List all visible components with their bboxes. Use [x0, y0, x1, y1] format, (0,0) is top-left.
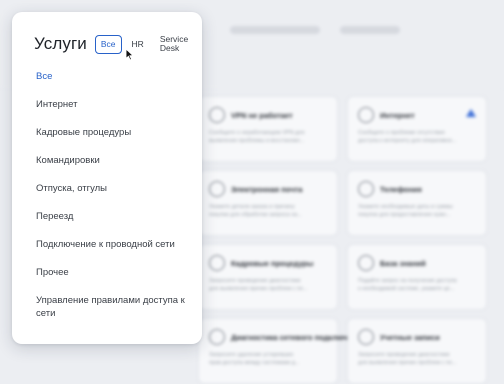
background-service-card: Телефония Укажите необходимые даты и сумм… [347, 170, 487, 236]
card-title: Интернет [380, 110, 415, 120]
card-title: VPN не работает [231, 110, 293, 120]
book-icon [358, 255, 374, 271]
card-description-line: прав доступа между системами д... [209, 360, 300, 366]
card-title: База знаний [380, 258, 426, 268]
card-description-line: доступа к интернету для оперативно... [358, 138, 457, 144]
card-description-line: Запросите проведение диагностики [209, 278, 301, 284]
card-description-line: для выявления причин проблем с по... [358, 360, 457, 366]
card-description-line: к необходимой системе, укажите це... [358, 286, 455, 292]
tab-service-desk[interactable]: Service Desk [154, 30, 198, 58]
card-description-line: Сообщите о неработающем VPN для [209, 130, 305, 136]
background-service-card: База знаний Подайте запрос на получение д… [347, 244, 487, 310]
background-service-card: Учетные записи Запросите проведение диагн… [347, 318, 487, 384]
popup-header: Услуги Все HR Service Desk [34, 30, 202, 58]
card-description-line: Укажите детали заказа и причину [209, 204, 295, 210]
card-title: Учетные записи [380, 332, 440, 342]
card-title: Кадровые процедуры [231, 258, 314, 268]
card-title: Телефония [380, 184, 422, 194]
category-menu: Все Интернет Кадровые процедуры Командир… [36, 70, 196, 320]
network-icon [209, 329, 225, 345]
background-service-card: Диагностика сетевого подключения Запросит… [198, 318, 365, 384]
antenna-icon [358, 107, 374, 123]
menu-item-vacations[interactable]: Отпуска, отгулы [36, 182, 196, 210]
menu-item-wired-network[interactable]: Подключение к проводной сети [36, 238, 196, 266]
card-description-line: Сообщите о проблеме отсутствия [358, 130, 445, 136]
background-service-card: Электронная почта Укажите детали заказа и… [198, 170, 338, 236]
card-description-line: выявления проблемы и восстановл... [209, 138, 305, 144]
tab-all[interactable]: Все [94, 34, 122, 54]
card-title: Электронная почта [231, 184, 303, 194]
menu-item-network-access-rules[interactable]: Управление правилами доступа к сети [36, 294, 186, 320]
phone-icon [358, 181, 374, 197]
menu-item-hr-procedures[interactable]: Кадровые процедуры [36, 126, 196, 154]
card-title: Диагностика сетевого подключения [231, 332, 366, 342]
background-service-card: Интернет Сообщите о проблеме отсутствия до… [347, 96, 487, 162]
services-popup: Услуги Все HR Service Desk Все Интернет … [12, 12, 202, 344]
card-description-line: покупок для предоставления нужн... [358, 212, 451, 218]
card-description-line: Подайте запрос на получение доступа [358, 278, 457, 284]
card-description-line: Запросите проведение диагностики [358, 352, 450, 358]
mouse-cursor-icon [125, 48, 134, 61]
card-description-line: покупки для обработки запроса на... [209, 212, 302, 218]
background-service-card: VPN не работает Сообщите о неработающем V… [198, 96, 338, 162]
arrow-up-icon [466, 109, 476, 117]
user-icon [358, 329, 374, 345]
menu-item-business-trips[interactable]: Командировки [36, 154, 196, 182]
popup-title: Услуги [34, 34, 87, 53]
card-description-line: Укажите необходимые даты и суммы [358, 204, 453, 210]
menu-item-relocation[interactable]: Переезд [36, 210, 196, 238]
background-service-card: Кадровые процедуры Запросите проведение д… [198, 244, 338, 310]
card-description-line: для выявления причин проблем с по... [209, 286, 308, 292]
hr-icon [209, 255, 225, 271]
menu-item-other[interactable]: Прочее [36, 266, 196, 294]
vpn-icon [209, 107, 225, 123]
mail-icon [209, 181, 225, 197]
menu-item-internet[interactable]: Интернет [36, 98, 196, 126]
card-description-line: Запросите удаление устаревших [209, 352, 294, 358]
menu-item-all[interactable]: Все [36, 70, 196, 98]
